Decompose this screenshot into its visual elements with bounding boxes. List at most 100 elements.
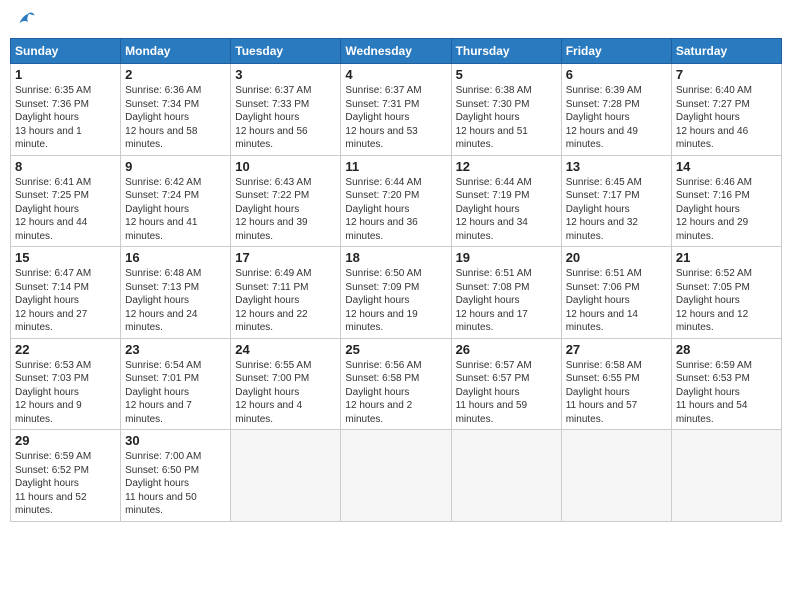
table-row: 20 Sunrise: 6:51 AMSunset: 7:06 PMDaylig…	[561, 247, 671, 339]
table-row: 29 Sunrise: 6:59 AMSunset: 6:52 PMDaylig…	[11, 430, 121, 522]
day-number: 19	[456, 250, 557, 265]
table-row: 17 Sunrise: 6:49 AMSunset: 7:11 PMDaylig…	[231, 247, 341, 339]
header-friday: Friday	[561, 39, 671, 64]
table-row: 14 Sunrise: 6:46 AMSunset: 7:16 PMDaylig…	[671, 155, 781, 247]
table-row	[671, 430, 781, 522]
day-info: Sunrise: 6:59 AMSunset: 6:52 PMDaylight …	[15, 450, 116, 518]
day-info: Sunrise: 6:53 AMSunset: 7:03 PMDaylight …	[15, 359, 116, 427]
day-info: Sunrise: 6:39 AMSunset: 7:28 PMDaylight …	[566, 84, 667, 152]
table-row	[561, 430, 671, 522]
day-info: Sunrise: 7:00 AMSunset: 6:50 PMDaylight …	[125, 450, 226, 518]
day-number: 23	[125, 342, 226, 357]
table-row: 12 Sunrise: 6:44 AMSunset: 7:19 PMDaylig…	[451, 155, 561, 247]
table-row: 1 Sunrise: 6:35 AMSunset: 7:36 PMDayligh…	[11, 64, 121, 156]
table-row: 3 Sunrise: 6:37 AMSunset: 7:33 PMDayligh…	[231, 64, 341, 156]
table-row: 22 Sunrise: 6:53 AMSunset: 7:03 PMDaylig…	[11, 338, 121, 430]
header-wednesday: Wednesday	[341, 39, 451, 64]
table-row	[451, 430, 561, 522]
day-number: 9	[125, 159, 226, 174]
table-row: 23 Sunrise: 6:54 AMSunset: 7:01 PMDaylig…	[121, 338, 231, 430]
table-row	[341, 430, 451, 522]
table-row: 24 Sunrise: 6:55 AMSunset: 7:00 PMDaylig…	[231, 338, 341, 430]
day-info: Sunrise: 6:37 AMSunset: 7:33 PMDaylight …	[235, 84, 336, 152]
day-info: Sunrise: 6:56 AMSunset: 6:58 PMDaylight …	[345, 359, 446, 427]
day-info: Sunrise: 6:51 AMSunset: 7:08 PMDaylight …	[456, 267, 557, 335]
table-row: 9 Sunrise: 6:42 AMSunset: 7:24 PMDayligh…	[121, 155, 231, 247]
day-number: 16	[125, 250, 226, 265]
day-number: 27	[566, 342, 667, 357]
day-info: Sunrise: 6:44 AMSunset: 7:20 PMDaylight …	[345, 176, 446, 244]
day-info: Sunrise: 6:40 AMSunset: 7:27 PMDaylight …	[676, 84, 777, 152]
header-thursday: Thursday	[451, 39, 561, 64]
calendar-week-row: 15 Sunrise: 6:47 AMSunset: 7:14 PMDaylig…	[11, 247, 782, 339]
day-number: 22	[15, 342, 116, 357]
day-info: Sunrise: 6:46 AMSunset: 7:16 PMDaylight …	[676, 176, 777, 244]
day-number: 11	[345, 159, 446, 174]
header-monday: Monday	[121, 39, 231, 64]
day-number: 7	[676, 67, 777, 82]
day-info: Sunrise: 6:47 AMSunset: 7:14 PMDaylight …	[15, 267, 116, 335]
day-number: 18	[345, 250, 446, 265]
day-number: 8	[15, 159, 116, 174]
day-number: 2	[125, 67, 226, 82]
day-number: 30	[125, 433, 226, 448]
logo-bird-icon	[16, 10, 36, 30]
table-row: 10 Sunrise: 6:43 AMSunset: 7:22 PMDaylig…	[231, 155, 341, 247]
calendar-table: Sunday Monday Tuesday Wednesday Thursday…	[10, 38, 782, 522]
day-number: 1	[15, 67, 116, 82]
table-row: 28 Sunrise: 6:59 AMSunset: 6:53 PMDaylig…	[671, 338, 781, 430]
table-row: 11 Sunrise: 6:44 AMSunset: 7:20 PMDaylig…	[341, 155, 451, 247]
day-info: Sunrise: 6:38 AMSunset: 7:30 PMDaylight …	[456, 84, 557, 152]
day-number: 14	[676, 159, 777, 174]
page-header	[10, 10, 782, 30]
logo	[14, 10, 36, 30]
table-row: 5 Sunrise: 6:38 AMSunset: 7:30 PMDayligh…	[451, 64, 561, 156]
day-number: 10	[235, 159, 336, 174]
day-number: 5	[456, 67, 557, 82]
calendar-week-row: 22 Sunrise: 6:53 AMSunset: 7:03 PMDaylig…	[11, 338, 782, 430]
day-number: 15	[15, 250, 116, 265]
weekday-header-row: Sunday Monday Tuesday Wednesday Thursday…	[11, 39, 782, 64]
day-info: Sunrise: 6:45 AMSunset: 7:17 PMDaylight …	[566, 176, 667, 244]
day-number: 21	[676, 250, 777, 265]
day-number: 26	[456, 342, 557, 357]
table-row: 6 Sunrise: 6:39 AMSunset: 7:28 PMDayligh…	[561, 64, 671, 156]
day-info: Sunrise: 6:44 AMSunset: 7:19 PMDaylight …	[456, 176, 557, 244]
day-info: Sunrise: 6:51 AMSunset: 7:06 PMDaylight …	[566, 267, 667, 335]
table-row: 15 Sunrise: 6:47 AMSunset: 7:14 PMDaylig…	[11, 247, 121, 339]
day-info: Sunrise: 6:57 AMSunset: 6:57 PMDaylight …	[456, 359, 557, 427]
day-info: Sunrise: 6:37 AMSunset: 7:31 PMDaylight …	[345, 84, 446, 152]
day-info: Sunrise: 6:42 AMSunset: 7:24 PMDaylight …	[125, 176, 226, 244]
header-tuesday: Tuesday	[231, 39, 341, 64]
table-row: 8 Sunrise: 6:41 AMSunset: 7:25 PMDayligh…	[11, 155, 121, 247]
day-info: Sunrise: 6:54 AMSunset: 7:01 PMDaylight …	[125, 359, 226, 427]
day-info: Sunrise: 6:43 AMSunset: 7:22 PMDaylight …	[235, 176, 336, 244]
calendar-week-row: 29 Sunrise: 6:59 AMSunset: 6:52 PMDaylig…	[11, 430, 782, 522]
day-info: Sunrise: 6:55 AMSunset: 7:00 PMDaylight …	[235, 359, 336, 427]
header-sunday: Sunday	[11, 39, 121, 64]
table-row: 25 Sunrise: 6:56 AMSunset: 6:58 PMDaylig…	[341, 338, 451, 430]
day-info: Sunrise: 6:52 AMSunset: 7:05 PMDaylight …	[676, 267, 777, 335]
table-row: 7 Sunrise: 6:40 AMSunset: 7:27 PMDayligh…	[671, 64, 781, 156]
calendar-week-row: 1 Sunrise: 6:35 AMSunset: 7:36 PMDayligh…	[11, 64, 782, 156]
table-row: 16 Sunrise: 6:48 AMSunset: 7:13 PMDaylig…	[121, 247, 231, 339]
day-number: 6	[566, 67, 667, 82]
day-info: Sunrise: 6:36 AMSunset: 7:34 PMDaylight …	[125, 84, 226, 152]
day-number: 29	[15, 433, 116, 448]
header-saturday: Saturday	[671, 39, 781, 64]
day-number: 12	[456, 159, 557, 174]
day-info: Sunrise: 6:59 AMSunset: 6:53 PMDaylight …	[676, 359, 777, 427]
day-info: Sunrise: 6:58 AMSunset: 6:55 PMDaylight …	[566, 359, 667, 427]
table-row	[231, 430, 341, 522]
table-row: 19 Sunrise: 6:51 AMSunset: 7:08 PMDaylig…	[451, 247, 561, 339]
day-number: 4	[345, 67, 446, 82]
calendar-week-row: 8 Sunrise: 6:41 AMSunset: 7:25 PMDayligh…	[11, 155, 782, 247]
day-number: 20	[566, 250, 667, 265]
day-info: Sunrise: 6:48 AMSunset: 7:13 PMDaylight …	[125, 267, 226, 335]
day-number: 17	[235, 250, 336, 265]
table-row: 27 Sunrise: 6:58 AMSunset: 6:55 PMDaylig…	[561, 338, 671, 430]
day-number: 3	[235, 67, 336, 82]
day-number: 13	[566, 159, 667, 174]
table-row: 30 Sunrise: 7:00 AMSunset: 6:50 PMDaylig…	[121, 430, 231, 522]
day-info: Sunrise: 6:50 AMSunset: 7:09 PMDaylight …	[345, 267, 446, 335]
